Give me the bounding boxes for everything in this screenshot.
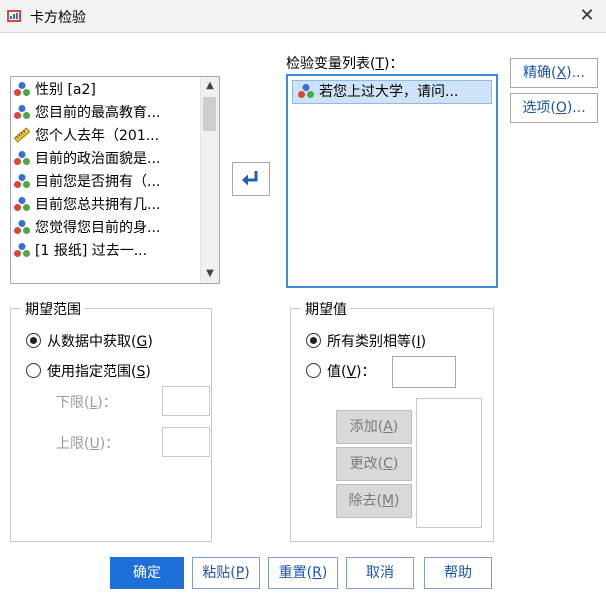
list-item[interactable]: 您目前的最高教育... xyxy=(13,102,199,124)
from-data-radio[interactable]: 从数据中获取(G) xyxy=(26,331,153,351)
paste-button[interactable]: 粘贴(P) xyxy=(192,557,260,589)
nominal-variable-icon xyxy=(14,82,30,96)
exact-button[interactable]: 精确(X)... xyxy=(510,58,598,88)
nominal-variable-icon xyxy=(14,197,30,211)
nominal-variable-icon xyxy=(14,174,30,188)
values-radio[interactable]: 值(V)： xyxy=(306,361,376,381)
scroll-up-icon[interactable]: ▲ xyxy=(201,77,219,95)
scroll-thumb[interactable] xyxy=(203,97,216,131)
upper-bound-input[interactable] xyxy=(162,427,210,457)
ok-button[interactable]: 确定 xyxy=(110,557,184,589)
scale-variable-icon xyxy=(13,127,31,143)
expected-values-list[interactable] xyxy=(416,398,482,528)
nominal-variable-icon xyxy=(14,243,30,257)
nominal-variable-icon xyxy=(14,105,30,119)
title-bar xyxy=(0,0,606,33)
radio-unselected-icon xyxy=(26,363,41,378)
value-input[interactable] xyxy=(392,356,456,388)
reset-button[interactable]: 重置(R) xyxy=(268,557,338,589)
lower-label: 下限(L)： xyxy=(56,395,117,411)
nominal-variable-icon xyxy=(14,151,30,165)
radio-unselected-icon xyxy=(306,363,321,378)
window-title: 卡方检验 xyxy=(30,10,86,26)
options-button[interactable]: 选项(O)... xyxy=(510,93,598,123)
nominal-variable-icon xyxy=(14,220,30,234)
move-arrow-icon xyxy=(242,171,258,186)
source-variable-list[interactable]: 性别 [a2] 您目前的最高教育... 您个人去年（201... 目前的政治面貌… xyxy=(10,76,220,284)
list-item-label: 目前您总共拥有几... xyxy=(35,197,161,213)
change-button[interactable]: 更改(C) xyxy=(336,447,412,481)
upper-label: 上限(U)： xyxy=(56,436,120,452)
cancel-button[interactable]: 取消 xyxy=(346,557,414,589)
list-item[interactable]: 若您上过大学，请问... xyxy=(292,80,492,104)
remove-button[interactable]: 除去(M) xyxy=(336,484,412,518)
list-item[interactable]: 您个人去年（201... xyxy=(13,125,199,147)
expected-range-title: 期望范围 xyxy=(21,299,85,319)
test-variable-list-label: 检验变量列表(T)： xyxy=(286,56,404,72)
nominal-variable-icon xyxy=(298,84,314,98)
list-item-label: 您觉得您目前的身... xyxy=(35,220,161,236)
list-item-label: 性别 [a2] xyxy=(35,82,96,98)
source-list-scrollbar[interactable]: ▲ ▼ xyxy=(200,77,219,283)
move-to-test-list-button[interactable] xyxy=(232,162,270,196)
list-item-label: 目前您是否拥有（... xyxy=(35,174,161,190)
list-item[interactable]: 目前的政治面貌是... xyxy=(13,148,199,170)
chi-square-app-icon xyxy=(7,10,21,22)
close-icon[interactable]: ✕ xyxy=(570,2,604,30)
all-categories-equal-radio[interactable]: 所有类别相等(I) xyxy=(306,331,426,351)
add-button[interactable]: 添加(A) xyxy=(336,410,412,444)
list-item[interactable]: 您觉得您目前的身... xyxy=(13,217,199,239)
list-item-label: 若您上过大学，请问... xyxy=(319,84,459,100)
list-item[interactable]: 性别 [a2] xyxy=(13,79,199,101)
radio-selected-icon xyxy=(306,333,321,348)
list-item[interactable]: [1 报纸] 过去一... xyxy=(13,240,199,262)
list-item-label: 目前的政治面貌是... xyxy=(35,151,161,167)
scroll-down-icon[interactable]: ▼ xyxy=(201,265,219,283)
radio-selected-icon xyxy=(26,333,41,348)
list-item-label: 您目前的最高教育... xyxy=(35,105,161,121)
list-item-label: 您个人去年（201... xyxy=(35,128,160,144)
list-item-label: [1 报纸] 过去一... xyxy=(35,243,148,259)
test-variable-list[interactable]: 若您上过大学，请问... xyxy=(286,74,498,288)
help-button[interactable]: 帮助 xyxy=(424,557,492,589)
use-range-radio[interactable]: 使用指定范围(S) xyxy=(26,361,151,381)
lower-bound-input[interactable] xyxy=(162,386,210,416)
expected-values-title: 期望值 xyxy=(301,299,351,319)
list-item[interactable]: 目前您总共拥有几... xyxy=(13,194,199,216)
list-item[interactable]: 目前您是否拥有（... xyxy=(13,171,199,193)
